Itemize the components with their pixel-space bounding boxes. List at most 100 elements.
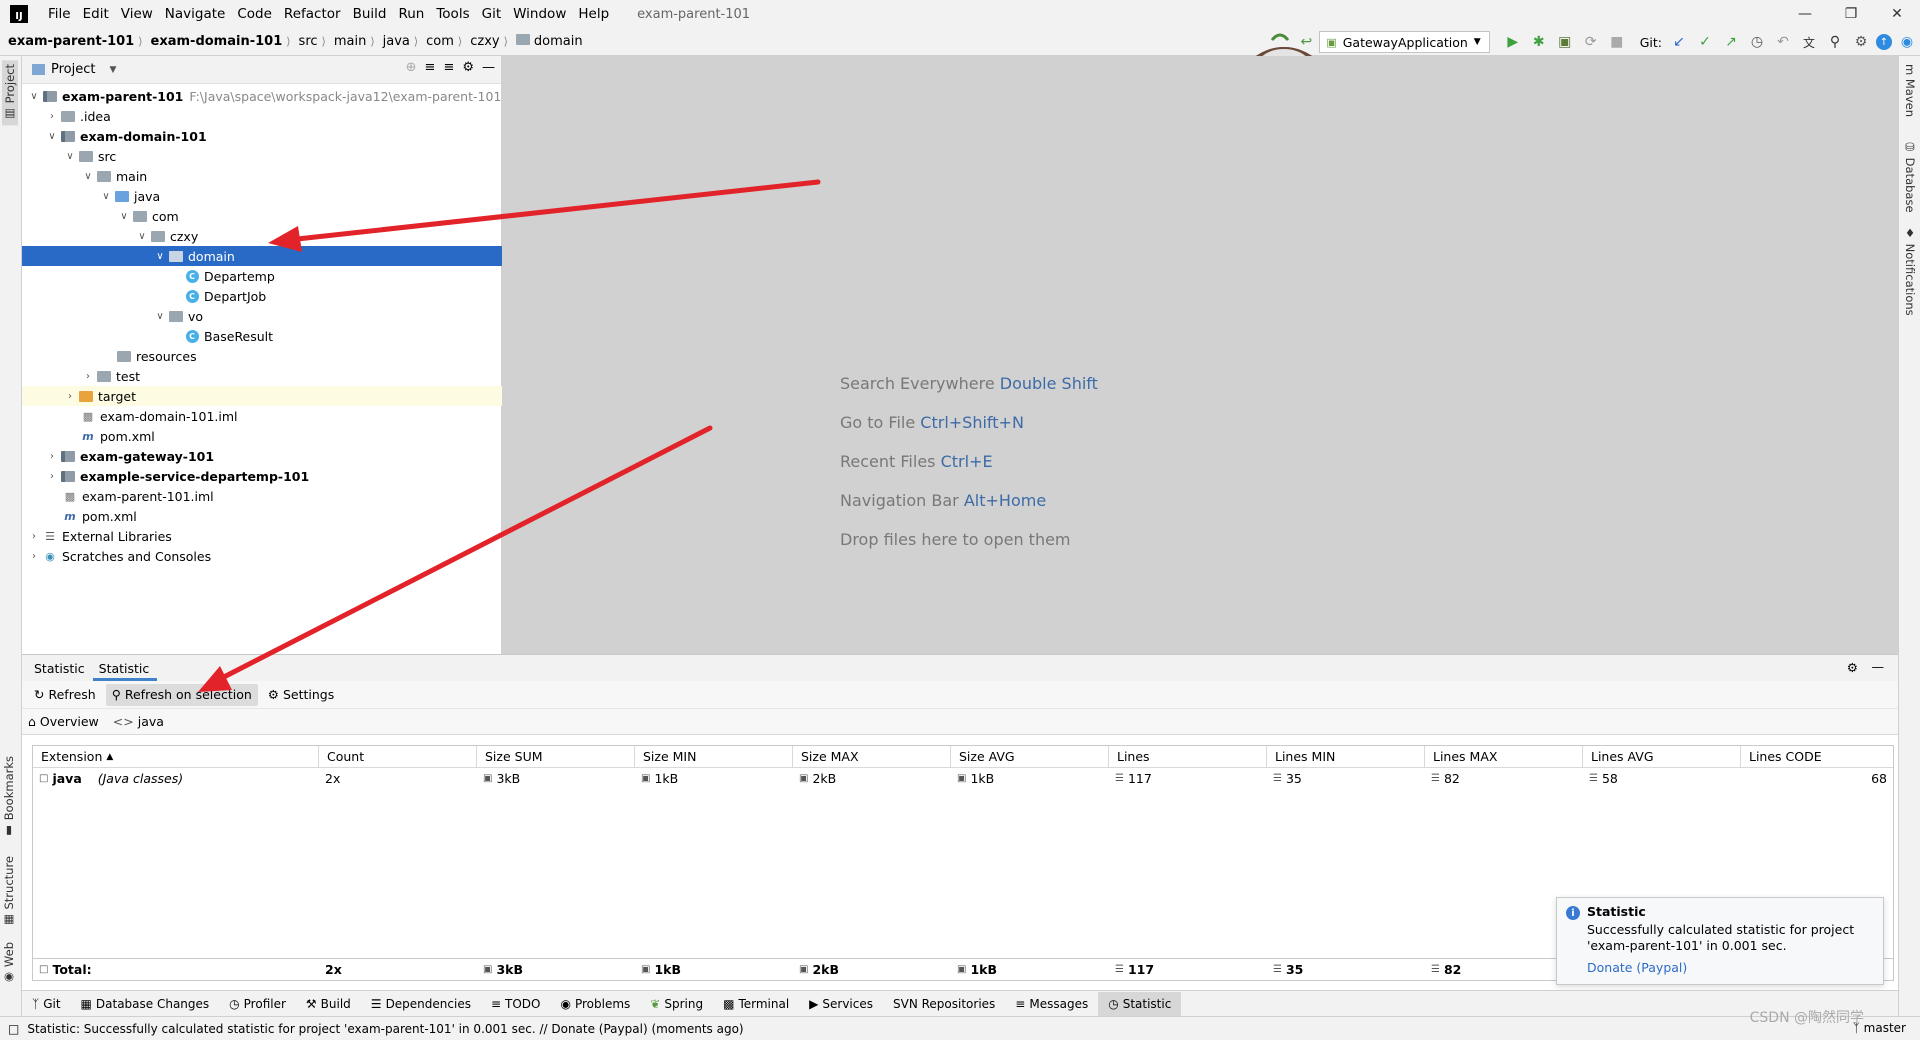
hide-icon[interactable]: — xyxy=(1872,659,1885,674)
minimize-icon[interactable]: — xyxy=(1782,0,1828,28)
chevron-right-icon[interactable]: › xyxy=(26,531,42,542)
breadcrumb-item[interactable]: java xyxy=(375,34,414,49)
coverage-icon[interactable]: ▣ xyxy=(1554,31,1576,53)
chevron-right-icon[interactable]: › xyxy=(62,391,78,402)
stripe-tab-database[interactable]: ⛁ Database xyxy=(1903,140,1917,213)
history-icon[interactable]: ◷ xyxy=(1746,31,1768,53)
stripe-tab-project[interactable]: ▤ Project xyxy=(2,60,18,126)
tree-node[interactable]: C Departemp xyxy=(22,266,502,286)
tree-node[interactable]: › .idea xyxy=(22,106,502,126)
menu-file[interactable]: File xyxy=(42,6,77,22)
tab-java[interactable]: <> java xyxy=(113,714,164,729)
gear-icon[interactable]: ⚙ xyxy=(462,60,474,75)
tab-statistic-2[interactable]: Statistic xyxy=(92,661,158,681)
chevron-down-icon[interactable]: ∨ xyxy=(98,191,114,202)
expand-all-icon[interactable]: ≡ xyxy=(425,60,436,75)
chevron-down-icon[interactable]: ∨ xyxy=(80,171,96,182)
breadcrumb-item[interactable]: exam-domain-101 xyxy=(143,34,287,49)
translate-icon[interactable]: 文 xyxy=(1798,31,1820,53)
tree-node[interactable]: resources xyxy=(22,346,502,366)
stripe-tab-structure[interactable]: ▦ Structure xyxy=(2,856,16,928)
chevron-down-icon[interactable]: ∨ xyxy=(116,211,132,222)
tool-database-changes[interactable]: ▦ Database Changes xyxy=(71,992,220,1016)
tree-node[interactable]: ∨ main xyxy=(22,166,502,186)
tree-node[interactable]: ∨ java xyxy=(22,186,502,206)
debug-icon[interactable]: ✱ xyxy=(1528,31,1550,53)
tree-node[interactable]: › test xyxy=(22,366,502,386)
settings-button[interactable]: ⚙ Settings xyxy=(262,684,341,706)
column-header-lines-avg[interactable]: Lines AVG xyxy=(1583,746,1741,767)
close-icon[interactable]: ✕ xyxy=(1874,0,1920,28)
menu-run[interactable]: Run xyxy=(392,6,430,22)
tree-node[interactable]: ▩ exam-domain-101.iml xyxy=(22,406,502,426)
chevron-down-icon[interactable]: ∨ xyxy=(44,131,60,142)
chevron-right-icon[interactable]: › xyxy=(44,451,60,462)
tree-node[interactable]: › exam-gateway-101 xyxy=(22,446,502,466)
git-push-icon[interactable]: ↗ xyxy=(1720,31,1742,53)
locate-icon[interactable]: ⊕ xyxy=(406,60,417,75)
column-header-lines-min[interactable]: Lines MIN xyxy=(1267,746,1425,767)
tree-node[interactable]: m pom.xml xyxy=(22,506,502,526)
breadcrumb-item[interactable]: main xyxy=(326,34,370,49)
refresh-on-selection-button[interactable]: ⚲ Refresh on selection xyxy=(105,683,258,706)
stripe-tab-notifications[interactable]: ♦ Notifications xyxy=(1903,226,1917,316)
chevron-right-icon[interactable]: › xyxy=(26,551,42,562)
breadcrumb-item[interactable]: exam-parent-101 xyxy=(0,34,138,49)
stop-icon[interactable]: ■ xyxy=(1606,31,1628,53)
project-panel-title[interactable]: Project xyxy=(51,62,95,77)
tree-node[interactable]: ∨ com xyxy=(22,206,502,226)
collapse-all-icon[interactable]: ≡ xyxy=(443,60,454,75)
menu-navigate[interactable]: Navigate xyxy=(159,6,232,22)
chevron-right-icon[interactable]: › xyxy=(44,111,60,122)
menu-window[interactable]: Window xyxy=(507,6,572,22)
notification-balloon[interactable]: i Statistic Successfully calculated stat… xyxy=(1556,897,1884,985)
tool-services[interactable]: ▶ Services xyxy=(799,992,883,1016)
editor-empty-area[interactable]: Search Everywhere Double Shift Go to Fil… xyxy=(502,56,1898,654)
table-row[interactable]: □ java (Java classes) 2x ▣ 3kB ▣ 1kB ▣ 2kB ▣… xyxy=(33,768,1893,788)
tool-spring[interactable]: ❦ Spring xyxy=(640,992,713,1016)
menu-code[interactable]: Code xyxy=(231,6,278,22)
tree-node[interactable]: ▩ exam-parent-101.iml xyxy=(22,486,502,506)
tree-node[interactable]: ∨ exam-domain-101 xyxy=(22,126,502,146)
tool-svn-repositories[interactable]: SVN Repositories xyxy=(883,992,1005,1016)
tree-node[interactable]: ∨ vo xyxy=(22,306,502,326)
rollback-icon[interactable]: ↶ xyxy=(1772,31,1794,53)
tree-node[interactable]: › ☰ External Libraries xyxy=(22,526,502,546)
tool-profiler[interactable]: ◷ Profiler xyxy=(219,992,296,1016)
chevron-down-icon[interactable]: ∨ xyxy=(152,311,168,322)
tab-statistic-1[interactable]: Statistic xyxy=(28,661,93,681)
tool-build[interactable]: ⚒ Build xyxy=(296,992,361,1016)
tree-node[interactable]: › ◉ Scratches and Consoles xyxy=(22,546,502,566)
breadcrumb-item[interactable]: czxy xyxy=(462,34,503,49)
tree-node[interactable]: › target xyxy=(22,386,502,406)
tree-node[interactable]: C DepartJob xyxy=(22,286,502,306)
tree-node-selected[interactable]: ∨ domain xyxy=(22,246,502,266)
chevron-down-icon[interactable]: ▼ xyxy=(109,65,116,75)
column-header-lines[interactable]: Lines xyxy=(1109,746,1267,767)
menu-refactor[interactable]: Refactor xyxy=(278,6,347,22)
menu-help[interactable]: Help xyxy=(572,6,615,22)
search-icon[interactable]: ⚲ xyxy=(1824,31,1846,53)
refresh-button[interactable]: ↻ Refresh xyxy=(28,684,102,706)
tree-node-root[interactable]: ∨ exam-parent-101 F:\Java\space\workspac… xyxy=(22,86,502,106)
menu-tools[interactable]: Tools xyxy=(430,6,475,22)
tool-problems[interactable]: ◉ Problems xyxy=(551,992,641,1016)
plugin-icon[interactable]: ◉ xyxy=(1896,31,1918,53)
column-header-size-avg[interactable]: Size AVG xyxy=(951,746,1109,767)
tool-messages[interactable]: ≡ Messages xyxy=(1005,992,1098,1016)
chevron-right-icon[interactable]: › xyxy=(44,471,60,482)
column-header-size-min[interactable]: Size MIN xyxy=(635,746,793,767)
git-update-icon[interactable]: ↙ xyxy=(1668,31,1690,53)
stripe-tab-web[interactable]: ◉ Web xyxy=(2,942,16,985)
column-header-count[interactable]: Count xyxy=(319,746,477,767)
tool-dependencies[interactable]: ☰ Dependencies xyxy=(361,992,481,1016)
menu-build[interactable]: Build xyxy=(347,6,393,22)
chevron-right-icon[interactable]: › xyxy=(80,371,96,382)
restore-icon[interactable]: ❐ xyxy=(1828,0,1874,28)
gear-icon[interactable]: ⚙ xyxy=(1847,660,1858,675)
settings-gear-icon[interactable]: ⚙ xyxy=(1850,31,1872,53)
git-commit-icon[interactable]: ✓ xyxy=(1694,31,1716,53)
stripe-tab-maven[interactable]: m Maven xyxy=(1903,64,1917,117)
tree-node[interactable]: › example-service-departemp-101 xyxy=(22,466,502,486)
column-header-extension[interactable]: Extension ▲ xyxy=(33,746,319,767)
